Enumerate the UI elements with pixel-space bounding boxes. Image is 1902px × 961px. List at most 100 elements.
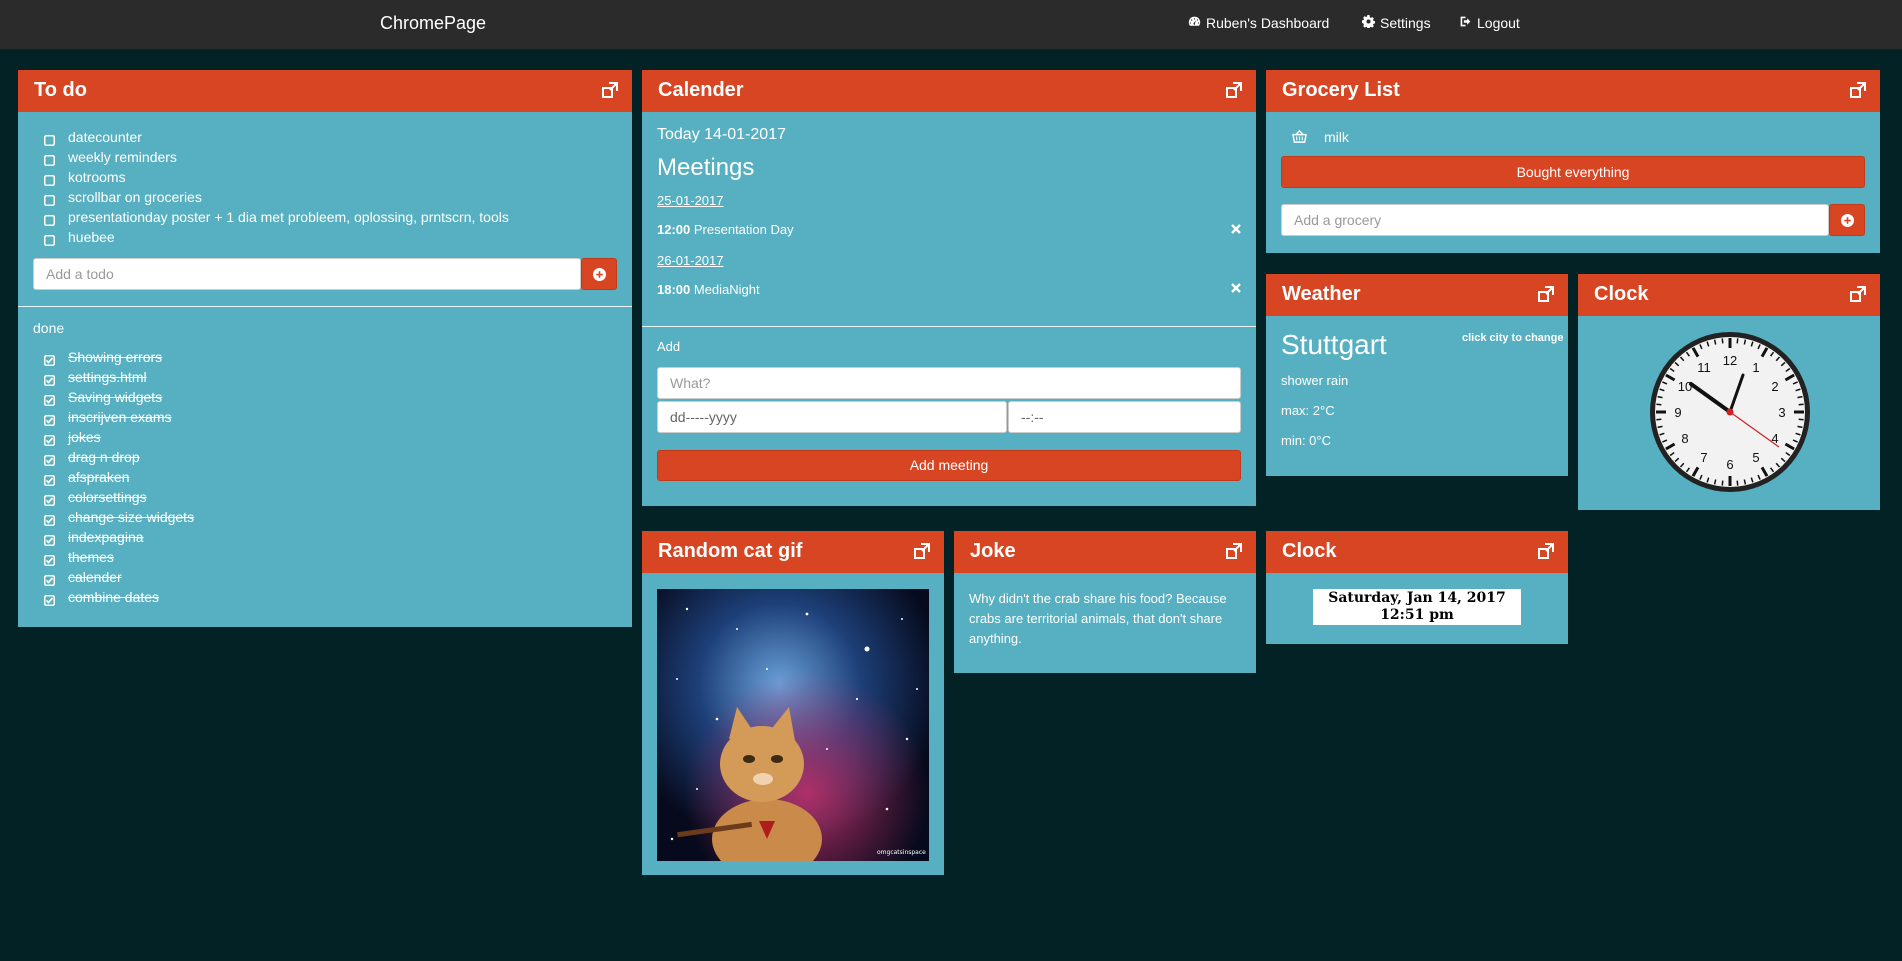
meeting-time-input[interactable]: --:-- [1008,401,1241,433]
done-item-label: jokes [68,429,101,445]
grocery-widget: Grocery List milk Bought everything Add … [1266,70,1880,253]
checkbox-icon[interactable] [44,211,55,226]
todo-widget: To do datecounter weekly reminders kotro… [18,70,632,627]
weather-min: min: 0°C [1281,433,1331,448]
checked-checkbox-icon[interactable] [44,471,55,486]
weather-header[interactable]: Weather [1266,274,1568,316]
resize-icon[interactable] [602,82,618,98]
clock-minute-tick [1743,339,1747,345]
clock-minute-tick [1743,479,1747,485]
nav-settings-label: Settings [1380,15,1431,31]
todo-item-label: kotrooms [68,169,126,185]
joke-header[interactable]: Joke [954,531,1256,573]
checkbox-icon[interactable] [44,131,55,146]
grocery-title: Grocery List [1282,79,1400,101]
resize-icon[interactable] [1850,82,1866,98]
todo-header[interactable]: To do [18,70,632,112]
checkbox-icon[interactable] [44,231,55,246]
clock-minute-tick [1736,480,1739,486]
add-todo-button[interactable] [581,258,617,290]
clock-number: 10 [1678,379,1692,394]
cat-gif-header[interactable]: Random cat gif [642,531,944,573]
meeting-date[interactable]: 26-01-2017 [657,253,724,268]
checked-checkbox-icon[interactable] [44,511,55,526]
done-item-label: Saving widgets [68,389,163,405]
done-label: done [33,320,65,336]
add-grocery-button[interactable] [1829,204,1865,236]
calendar-header[interactable]: Calender [642,70,1256,112]
nav-dashboard[interactable]: Ruben's Dashboard [1188,15,1329,31]
done-item-label: indexpagina [68,529,144,545]
brand-title[interactable]: ChromePage [380,13,486,34]
joke-title: Joke [970,540,1016,562]
nav-logout-label: Logout [1477,15,1520,31]
todo-input[interactable]: Add a todo [33,258,581,290]
done-item-label: afspraken [68,469,130,485]
checked-checkbox-icon[interactable] [44,391,55,406]
close-icon[interactable] [1230,222,1242,234]
clock-number: 11 [1697,360,1711,375]
todo-item-label: datecounter [68,129,142,145]
clock-minute-tick [1656,403,1662,406]
clock-number: 8 [1681,431,1688,446]
checked-checkbox-icon[interactable] [44,371,55,386]
bought-everything-button[interactable]: Bought everything [1281,156,1865,188]
analog-clock-face: 12 1234567891011 [1650,332,1810,492]
nav-settings[interactable]: Settings [1362,15,1431,31]
digital-clock-header[interactable]: Clock [1266,531,1568,573]
resize-icon[interactable] [1226,543,1242,559]
resize-icon[interactable] [1538,286,1554,302]
analog-clock-header[interactable]: Clock [1578,274,1880,316]
resize-icon[interactable] [914,543,930,559]
todo-item-label: scrollbar on groceries [68,189,202,205]
nav-logout[interactable]: Logout [1459,15,1520,31]
checked-checkbox-icon[interactable] [44,411,55,426]
meeting-name: MediaNight [693,282,760,297]
resize-icon[interactable] [1538,543,1554,559]
plus-circle-icon [592,268,606,281]
checked-checkbox-icon[interactable] [44,351,55,366]
meeting-date-input[interactable]: dd-----yyyy [657,401,1007,433]
analog-clock-title: Clock [1594,283,1649,305]
clock-minute-tick [1713,339,1717,345]
checked-checkbox-icon[interactable] [44,591,55,606]
close-icon[interactable] [1230,281,1242,293]
clock-number: 9 [1674,405,1681,420]
checked-checkbox-icon[interactable] [44,491,55,506]
checkbox-icon[interactable] [44,171,55,186]
checked-checkbox-icon[interactable] [44,451,55,466]
clock-minute-tick [1797,425,1803,429]
cat-gif-image: omgcatsinspace [657,589,929,861]
clock-number: 12 [1723,353,1737,368]
done-item-label: colorsettings [68,489,147,505]
cat-gif-widget: Random cat gif omgcatsinspace [642,531,944,875]
done-item-label: inscrijven exams [68,409,172,425]
meetings-heading: Meetings [657,154,755,181]
checkbox-icon[interactable] [44,191,55,206]
weather-widget: Weather Stuttgart click city to change s… [1266,274,1568,476]
meeting-time: 18:00 [657,282,691,297]
checkbox-icon[interactable] [44,151,55,166]
meeting-date[interactable]: 25-01-2017 [657,193,724,208]
add-meeting-button[interactable]: Add meeting [657,450,1241,481]
clock-minute-tick [1657,395,1663,399]
resize-icon[interactable] [1850,286,1866,302]
add-meeting-label: Add [657,339,681,354]
digital-clock-display: Saturday, Jan 14, 2017 12:51 pm [1313,589,1521,625]
grocery-input[interactable]: Add a grocery [1281,204,1829,236]
weather-city[interactable]: Stuttgart [1281,329,1387,361]
clock-minute-tick [1798,418,1804,421]
resize-icon[interactable] [1226,82,1242,98]
done-item-label: change size widgets [68,509,195,525]
clock-minute-tick [1721,480,1724,486]
checked-checkbox-icon[interactable] [44,431,55,446]
checked-checkbox-icon[interactable] [44,531,55,546]
checked-checkbox-icon[interactable] [44,551,55,566]
clock-number: 1 [1752,360,1759,375]
done-item-label: drag n drop [68,449,140,465]
meeting-what-input[interactable]: What? [657,367,1241,399]
grocery-header[interactable]: Grocery List [1266,70,1880,112]
todo-item-label: presentationday poster + 1 dia met probl… [68,209,509,225]
clock-number: 3 [1778,405,1785,420]
checked-checkbox-icon[interactable] [44,571,55,586]
